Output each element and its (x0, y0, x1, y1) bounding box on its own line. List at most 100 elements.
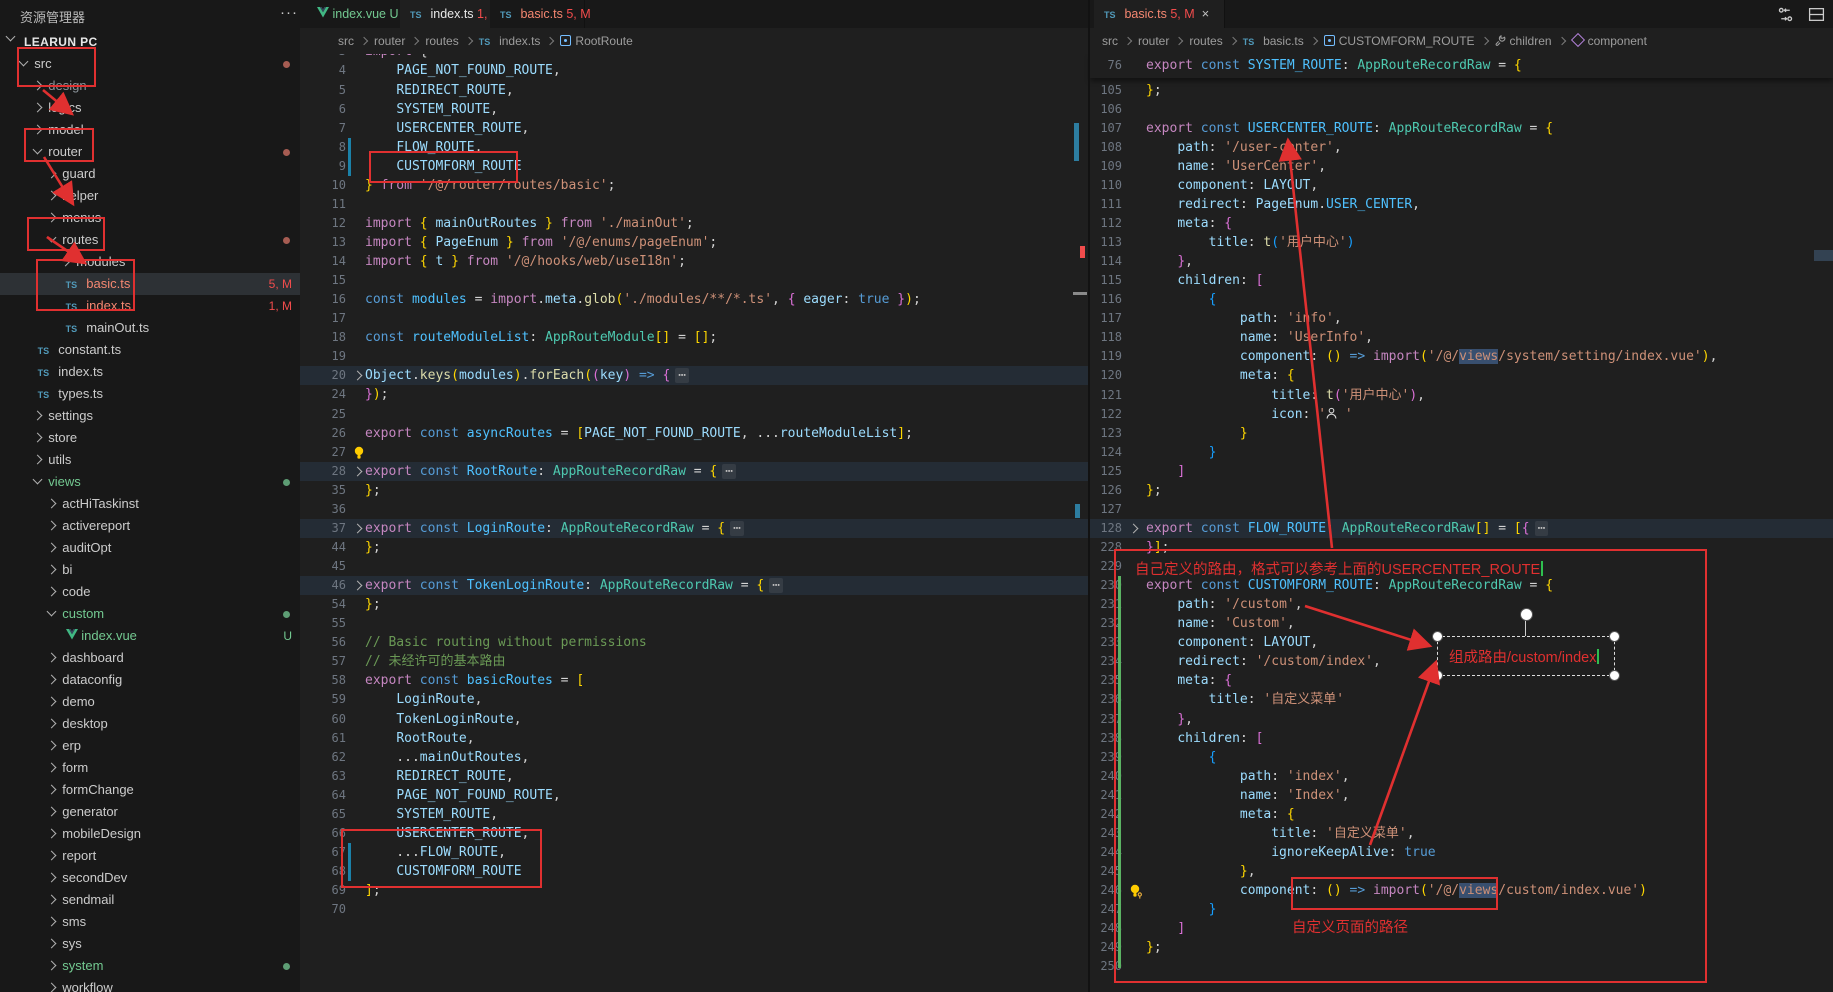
code-line-4[interactable]: 4 PAGE_NOT_FOUND_ROUTE, (300, 61, 1088, 80)
code-line-117[interactable]: 117 path: 'info', (1090, 309, 1833, 328)
line-number[interactable]: 64 (300, 786, 346, 805)
code-line-231[interactable]: 231 path: '/custom', (1090, 595, 1833, 614)
code-line-59[interactable]: 59 LoginRoute, (300, 690, 1088, 709)
tree-item-mobileDesign[interactable]: mobileDesign (0, 823, 300, 845)
breadcrumb-item-RootRoute[interactable]: RootRoute (575, 34, 632, 48)
breadcrumb-item-CUSTOMFORM_ROUTE[interactable]: CUSTOMFORM_ROUTE (1339, 34, 1475, 48)
tree-item-index-ts[interactable]: TS index.ts (0, 361, 300, 383)
tree-item-dataconfig[interactable]: dataconfig (0, 669, 300, 691)
line-number[interactable]: 118 (1090, 328, 1122, 347)
line-number[interactable]: 3 (300, 54, 346, 61)
code-line-106[interactable]: 106 (1090, 100, 1833, 119)
line-number[interactable]: 36 (300, 500, 346, 519)
line-number[interactable]: 59 (300, 690, 346, 709)
tree-item-erp[interactable]: erp (0, 735, 300, 757)
tree-item-code[interactable]: code (0, 581, 300, 603)
workspace-section-header[interactable]: LEARUN PC (0, 32, 300, 53)
code-line-44[interactable]: 44}; (300, 538, 1088, 557)
code-line-57[interactable]: 57// 未经许可的基本路由 (300, 652, 1088, 671)
code-line-243[interactable]: 243 title: '自定义菜单', (1090, 824, 1833, 843)
code-line-228[interactable]: 228}]; (1090, 538, 1833, 557)
overview-ruler-modified-mark[interactable] (1075, 504, 1080, 518)
code-line-110[interactable]: 110 component: LAYOUT, (1090, 176, 1833, 195)
line-number[interactable]: 6 (300, 100, 346, 119)
code-line-14[interactable]: 14import { t } from '/@/hooks/web/useI18… (300, 252, 1088, 271)
line-number[interactable]: 57 (300, 652, 346, 671)
code-line-120[interactable]: 120 meta: { (1090, 366, 1833, 385)
line-number[interactable]: 44 (300, 538, 346, 557)
split-editor-icon[interactable] (1777, 6, 1794, 23)
code-line-36[interactable]: 36 (300, 500, 1088, 519)
code-line-105[interactable]: 105}; (1090, 81, 1833, 100)
tree-item-settings[interactable]: settings (0, 405, 300, 427)
line-number[interactable]: 14 (300, 252, 346, 271)
code-line-123[interactable]: 123 } (1090, 424, 1833, 443)
code-line-56[interactable]: 56// Basic routing without permissions (300, 633, 1088, 652)
line-number[interactable]: 126 (1090, 481, 1122, 500)
code-line-250[interactable]: 250 (1090, 957, 1833, 976)
line-number[interactable]: 70 (300, 900, 346, 919)
tree-item-utils[interactable]: utils (0, 449, 300, 471)
line-number[interactable]: 117 (1090, 309, 1122, 328)
overview-ruler-modified-mark[interactable] (1074, 123, 1079, 161)
overview-ruler-error-mark[interactable] (1080, 246, 1085, 258)
code-line-6[interactable]: 6 SYSTEM_ROUTE, (300, 100, 1088, 119)
line-number[interactable]: 106 (1090, 100, 1122, 119)
tree-item-router[interactable]: router (0, 141, 300, 163)
code-line-25[interactable]: 25 (300, 405, 1088, 424)
code-line-24[interactable]: 24}); (300, 385, 1088, 404)
line-number[interactable]: 115 (1090, 271, 1122, 290)
tree-item-logics[interactable]: logics (0, 97, 300, 119)
code-line-11[interactable]: 11 (300, 195, 1088, 214)
code-line-7[interactable]: 7 USERCENTER_ROUTE, (300, 119, 1088, 138)
tree-item-helper[interactable]: helper (0, 185, 300, 207)
code-line-238[interactable]: 238 children: [ (1090, 729, 1833, 748)
line-number[interactable]: 114 (1090, 252, 1122, 271)
tree-item-routes[interactable]: routes (0, 229, 300, 251)
line-number[interactable]: 19 (300, 347, 346, 366)
line-number[interactable]: 24 (300, 385, 346, 404)
line-number[interactable]: 5 (300, 81, 346, 100)
right-editor[interactable]: 104 },105};106107export const USERCENTER… (1090, 54, 1833, 992)
code-line-125[interactable]: 125 ] (1090, 462, 1833, 481)
line-number[interactable]: 66 (300, 824, 346, 843)
code-line-237[interactable]: 237 }, (1090, 710, 1833, 729)
tree-item-system[interactable]: system (0, 955, 300, 977)
code-line-64[interactable]: 64 PAGE_NOT_FOUND_ROUTE, (300, 786, 1088, 805)
line-number[interactable]: 63 (300, 767, 346, 786)
code-line-10[interactable]: 10} from '/@/router/routes/basic'; (300, 176, 1088, 195)
breadcrumb-item-index-ts[interactable]: index.ts (499, 34, 540, 48)
line-number[interactable]: 105 (1090, 81, 1122, 100)
code-line-37[interactable]: 37export const LoginRoute: AppRouteRecor… (300, 519, 1088, 538)
code-line-20[interactable]: 20Object.keys(modules).forEach((key) => … (300, 366, 1088, 385)
line-number[interactable]: 27 (300, 443, 346, 462)
code-line-114[interactable]: 114 }, (1090, 252, 1833, 271)
code-line-113[interactable]: 113 title: t('用户中心') (1090, 233, 1833, 252)
selection-handle[interactable] (1432, 670, 1443, 681)
selection-handle[interactable] (1609, 670, 1620, 681)
code-line-9[interactable]: 9 CUSTOMFORM_ROUTE (300, 157, 1088, 176)
line-number[interactable]: 56 (300, 633, 346, 652)
code-line-242[interactable]: 242 meta: { (1090, 805, 1833, 824)
code-line-246[interactable]: 246 component: () => import('/@/views/cu… (1090, 881, 1833, 900)
line-number[interactable]: 112 (1090, 214, 1122, 233)
code-line-17[interactable]: 17 (300, 309, 1088, 328)
tree-item-secondDev[interactable]: secondDev (0, 867, 300, 889)
code-line-60[interactable]: 60 TokenLoginRoute, (300, 710, 1088, 729)
breadcrumb-item-basic-ts[interactable]: basic.ts (1263, 34, 1304, 48)
code-line-12[interactable]: 12import { mainOutRoutes } from './mainO… (300, 214, 1088, 233)
tree-item-dashboard[interactable]: dashboard (0, 647, 300, 669)
line-number[interactable]: 61 (300, 729, 346, 748)
line-number[interactable]: 11 (300, 195, 346, 214)
breadcrumb-item-children[interactable]: children (1510, 34, 1552, 48)
line-number[interactable]: 125 (1090, 462, 1122, 481)
line-number[interactable]: 45 (300, 557, 346, 576)
code-line-109[interactable]: 109 name: 'UserCenter', (1090, 157, 1833, 176)
line-number[interactable]: 8 (300, 138, 346, 157)
tree-item-menus[interactable]: menus (0, 207, 300, 229)
code-line-127[interactable]: 127 (1090, 500, 1833, 519)
tree-item-model[interactable]: model (0, 119, 300, 141)
code-line-108[interactable]: 108 path: '/user-center', (1090, 138, 1833, 157)
line-number[interactable]: 10 (300, 176, 346, 195)
code-line-116[interactable]: 116 { (1090, 290, 1833, 309)
